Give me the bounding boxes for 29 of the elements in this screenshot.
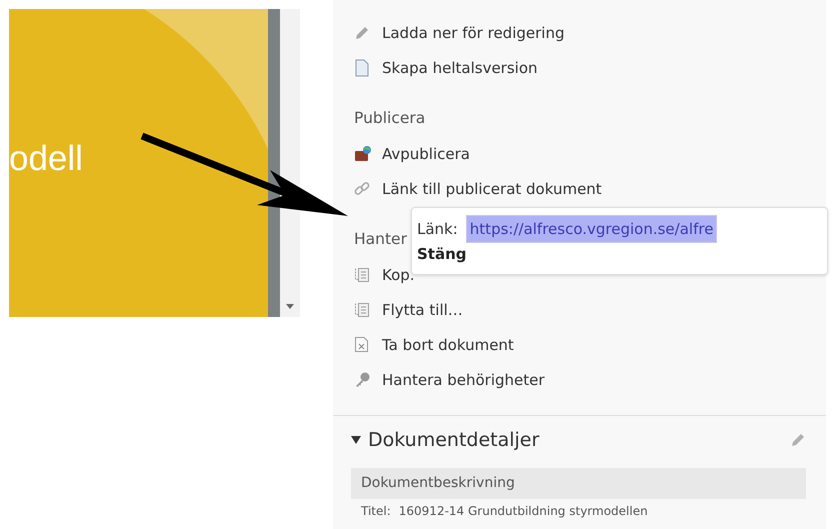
link-icon: [354, 180, 370, 196]
link-label: Länk:: [417, 220, 458, 238]
subsection-header: Dokumentbeskrivning: [351, 468, 806, 499]
slide-title: odell: [9, 140, 83, 176]
action-link[interactable]: Ladda ner för redigering: [382, 24, 564, 42]
copy-icon: [354, 266, 370, 283]
action-link[interactable]: Flytta till…: [382, 300, 463, 318]
section-heading: Hanter: [354, 230, 407, 248]
action-link[interactable]: Länk till publicerat dokument: [382, 180, 602, 198]
copy-icon: [354, 301, 370, 318]
section-heading: Publicera: [354, 109, 426, 127]
field-label: Titel:: [361, 503, 391, 519]
document-icon: [354, 58, 370, 76]
delete-document-icon: [354, 336, 369, 353]
expand-toggle-icon[interactable]: [351, 436, 361, 444]
briefcase-globe-icon: [354, 144, 372, 162]
action-link[interactable]: Skapa heltalsversion: [382, 58, 538, 76]
action-link[interactable]: Avpublicera: [382, 144, 470, 162]
action-link[interactable]: Hantera behörigheter: [382, 370, 545, 388]
scroll-down-icon[interactable]: [286, 304, 294, 309]
action-link[interactable]: Kop.: [382, 266, 415, 284]
pencil-icon: [354, 24, 370, 40]
field-value: 160912-14 Grundutbildning styrmodellen: [398, 503, 648, 519]
link-url-field[interactable]: https://alfresco.vgregion.se/alfre: [466, 215, 718, 243]
section-title: Dokumentdetaljer: [368, 429, 540, 451]
scrollbar[interactable]: [280, 9, 300, 317]
close-button[interactable]: Stäng: [417, 245, 467, 263]
action-link[interactable]: Ta bort dokument: [382, 336, 514, 354]
key-icon: [354, 371, 371, 388]
